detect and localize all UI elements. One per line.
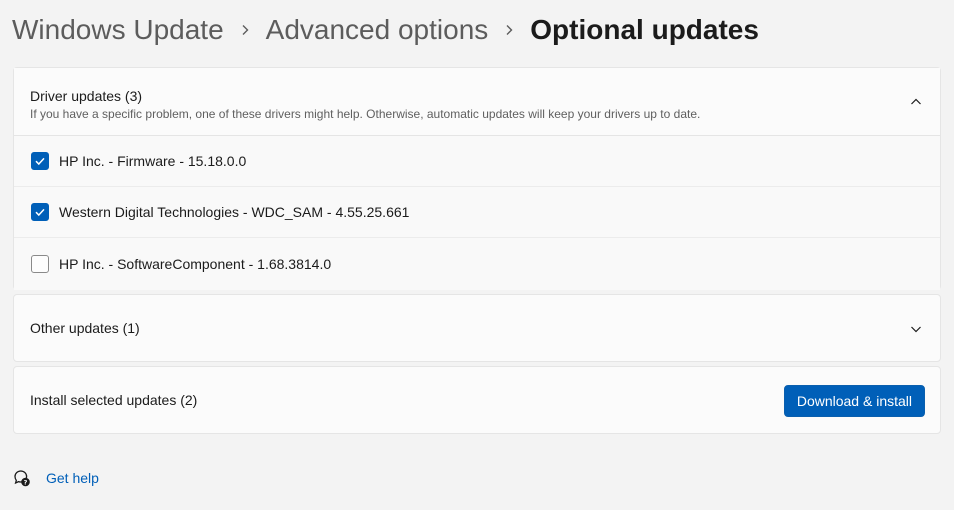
other-updates-section[interactable]: Other updates (1) — [13, 294, 941, 362]
driver-updates-description: If you have a specific problem, one of t… — [30, 107, 701, 121]
install-selected-label: Install selected updates (2) — [30, 392, 198, 408]
page-title: Optional updates — [530, 14, 759, 45]
breadcrumb: Windows Update Advanced options Optional… — [12, 12, 759, 48]
driver-updates-header[interactable]: Driver updates (3) If you have a specifi… — [14, 68, 940, 136]
driver-item-label: Western Digital Technologies - WDC_SAM -… — [59, 204, 410, 220]
get-help[interactable]: ? Get help — [12, 468, 99, 488]
driver-item-label: HP Inc. - SoftwareComponent - 1.68.3814.… — [59, 256, 332, 272]
get-help-link[interactable]: Get help — [46, 470, 99, 486]
driver-updates-section: Driver updates (3) If you have a specifi… — [13, 67, 941, 290]
driver-updates-title: Driver updates (3) — [30, 88, 143, 104]
chevron-right-icon — [224, 24, 266, 36]
driver-checkbox-unchecked[interactable] — [31, 255, 49, 273]
chevron-down-icon[interactable] — [906, 319, 926, 339]
driver-list: HP Inc. - Firmware - 15.18.0.0 Western D… — [14, 136, 940, 290]
driver-item[interactable]: HP Inc. - SoftwareComponent - 1.68.3814.… — [14, 238, 940, 290]
other-updates-title: Other updates (1) — [30, 320, 140, 336]
breadcrumb-advanced-options[interactable]: Advanced options — [266, 12, 489, 48]
chevron-right-icon — [488, 24, 530, 36]
driver-checkbox-checked[interactable] — [31, 203, 49, 221]
chevron-up-icon[interactable] — [906, 92, 926, 112]
download-install-button[interactable]: Download & install — [783, 385, 925, 417]
driver-item[interactable]: HP Inc. - Firmware - 15.18.0.0 — [14, 136, 940, 187]
breadcrumb-windows-update[interactable]: Windows Update — [12, 12, 224, 48]
install-section: Install selected updates (2) Download & … — [13, 366, 941, 434]
driver-item[interactable]: Western Digital Technologies - WDC_SAM -… — [14, 187, 940, 238]
svg-text:?: ? — [24, 478, 28, 486]
driver-checkbox-checked[interactable] — [31, 152, 49, 170]
help-chat-icon: ? — [12, 468, 32, 488]
driver-item-label: HP Inc. - Firmware - 15.18.0.0 — [59, 153, 247, 169]
